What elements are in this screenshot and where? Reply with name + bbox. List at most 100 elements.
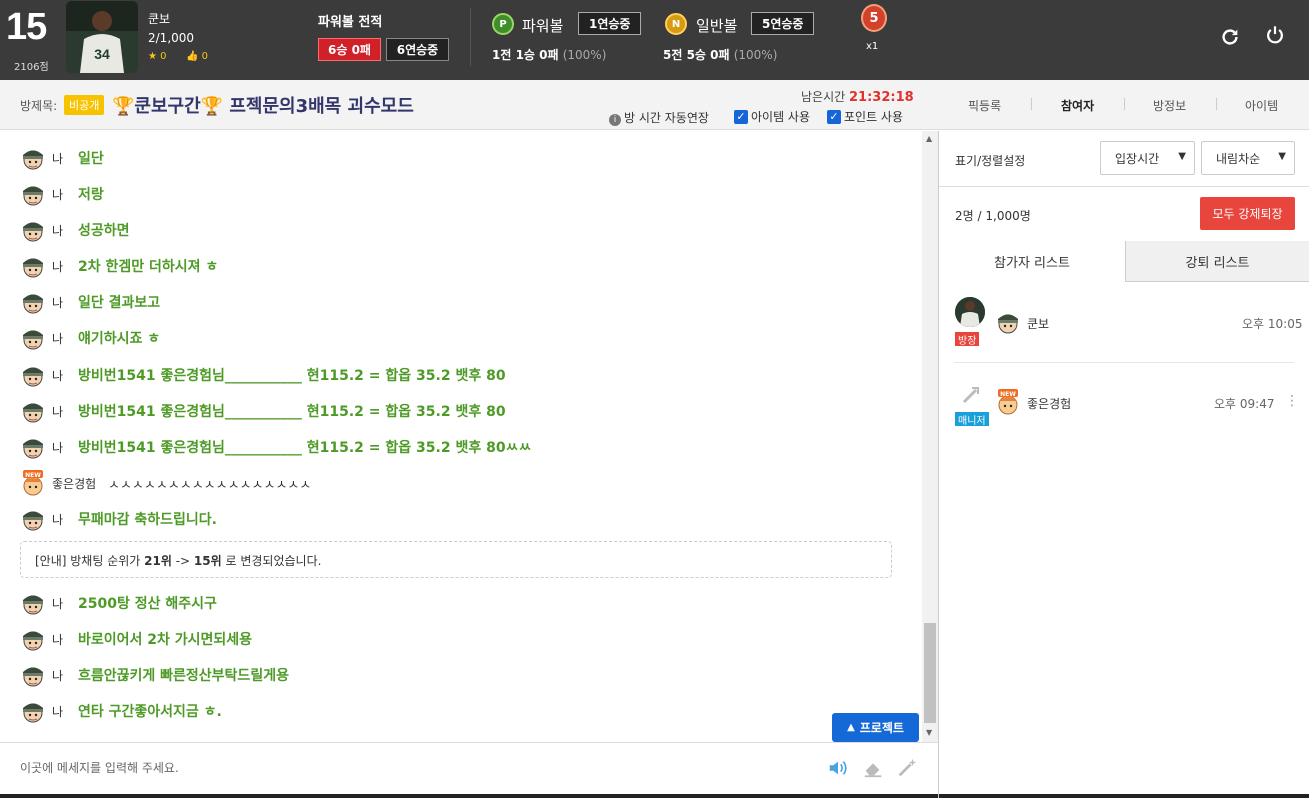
user-avatar-icon[interactable] <box>20 398 46 424</box>
like-count: 👍 0 <box>186 51 208 62</box>
tab-items[interactable]: 아이템 <box>1245 97 1278 114</box>
user-avatar-icon[interactable] <box>20 590 46 616</box>
user-avatar-icon[interactable] <box>20 362 46 388</box>
member-ratio: 2/1,000 <box>148 31 195 45</box>
more-options-icon[interactable]: ⋮ <box>1285 393 1299 409</box>
tab-room-info[interactable]: 방정보 <box>1153 97 1186 114</box>
user-avatar-icon[interactable] <box>20 181 46 207</box>
notice-arrow: -> <box>171 554 194 568</box>
scroll-up-icon[interactable]: ▲ <box>926 134 932 143</box>
user-avatar-icon[interactable] <box>20 626 46 652</box>
power-icon[interactable] <box>1264 24 1288 48</box>
message-author[interactable]: 나 <box>52 367 78 384</box>
profile-photo[interactable]: 34 <box>66 1 138 73</box>
chat-message: 나 흐름안끊키게 빠른정산부탁드릴게용 <box>20 662 289 688</box>
message-author[interactable]: 나 <box>52 294 78 311</box>
remaining-label: 남은시간 <box>801 90 846 104</box>
message-author[interactable]: 나 <box>52 150 78 167</box>
chat-message: 나 방비번1541 좋은경험님___________ 현115.2 = 합옵 35… <box>20 434 531 460</box>
chat-message: 나 얘기하시죠 ㅎ <box>20 325 160 351</box>
auto-extend[interactable]: i방 시간 자동연장 <box>609 109 709 126</box>
tab-participants[interactable]: 참여자 <box>1061 97 1094 114</box>
tab-participant-list[interactable]: 참가자 리스트 <box>939 241 1125 282</box>
participant-panel: 표기/정렬설정 입장시간 ▼ 내림차순 ▼ 2명 / 1,000명 모두 강제퇴장 … <box>939 131 1309 794</box>
message-author[interactable]: 좋은경험 <box>52 475 108 492</box>
message-author[interactable]: 나 <box>52 703 78 720</box>
user-avatar-icon[interactable] <box>20 662 46 688</box>
message-author[interactable]: 나 <box>52 330 78 347</box>
message-author[interactable]: 나 <box>52 631 78 648</box>
username: 쿤보 <box>148 12 171 26</box>
normalball-label: 일반볼 <box>696 17 738 35</box>
user-avatar-icon[interactable] <box>20 289 46 315</box>
user-avatar-icon[interactable] <box>20 698 46 724</box>
medal-icon[interactable]: 5 <box>861 4 887 32</box>
chat-log[interactable]: 나 일단 나 저랑 나 성공하면 나 2차 한겜만 더하시져 ㅎ 나 일단 결과보고 나 얘기하시죠 … <box>0 131 938 742</box>
user-avatar-icon[interactable] <box>20 145 46 171</box>
message-author[interactable]: 나 <box>52 403 78 420</box>
point-use-checkbox[interactable]: ✓ 포인트 사용 <box>827 108 903 125</box>
message-text: 흐름안끊키게 빠른정산부탁드릴게용 <box>78 668 289 684</box>
powerball-streak: 1연승중 <box>578 12 642 35</box>
member-count-value: 2명 <box>955 209 974 223</box>
chevron-down-icon: ▼ <box>1278 151 1286 162</box>
user-avatar-icon[interactable]: NEW <box>20 470 46 496</box>
user-avatar-icon <box>961 385 981 405</box>
magic-wand-icon[interactable] <box>896 757 918 779</box>
item-use-checkbox[interactable]: ✓ 아이템 사용 <box>734 108 810 125</box>
refresh-icon[interactable] <box>1219 26 1243 50</box>
speaker-icon[interactable] <box>827 757 849 779</box>
member-count: 2명 / 1,000명 <box>955 207 1031 224</box>
item-use-label: 아이템 사용 <box>751 110 811 124</box>
message-text: 방비번1541 좋은경험님___________ 현115.2 = 합옵 35.… <box>78 440 532 456</box>
tab-divider <box>1216 98 1217 110</box>
sort-select[interactable]: 입장시간 ▼ <box>1100 141 1195 175</box>
user-avatar-icon[interactable] <box>20 325 46 351</box>
member-row[interactable]: 방장 쿤보 오후 10:05 <box>939 297 1309 357</box>
scroll-down-icon[interactable]: ▼ <box>926 728 932 737</box>
user-avatar-icon[interactable] <box>20 253 46 279</box>
member-photo <box>955 297 985 327</box>
message-text: 무패마감 축하드립니다. <box>78 512 217 528</box>
message-text: 2차 한겜만 더하시져 ㅎ <box>78 259 219 275</box>
normalball-record-text: 5전 5승 0패 <box>663 48 730 62</box>
auto-extend-label: 방 시간 자동연장 <box>624 111 709 125</box>
tab-kicked-list[interactable]: 강퇴 리스트 <box>1125 241 1309 282</box>
notice-prefix: [안내] 방채팅 순위가 <box>35 554 145 568</box>
chat-message: 나 성공하면 <box>20 217 130 243</box>
chat-message: 나 저랑 <box>20 181 104 207</box>
message-author[interactable]: 나 <box>52 222 78 239</box>
checkbox-icon: ✓ <box>734 109 748 124</box>
user-avatar-icon[interactable] <box>20 217 46 243</box>
normalball-streak: 5연승중 <box>751 12 815 35</box>
scrollbar-thumb[interactable] <box>924 623 936 723</box>
message-text: 성공하면 <box>78 223 130 239</box>
message-author[interactable]: 나 <box>52 258 78 275</box>
divider <box>939 186 1309 187</box>
chat-message: 나 바로이어서 2차 가시면되세용 <box>20 626 252 652</box>
message-author[interactable]: 나 <box>52 186 78 203</box>
message-text: 얘기하시죠 ㅎ <box>78 331 161 347</box>
message-author[interactable]: 나 <box>52 439 78 456</box>
record-title: 파워볼 전적 <box>318 15 383 30</box>
message-author[interactable]: 나 <box>52 595 78 612</box>
eraser-icon[interactable] <box>862 757 884 779</box>
user-avatar-icon[interactable] <box>20 506 46 532</box>
kick-all-button[interactable]: 모두 강제퇴장 <box>1200 197 1295 230</box>
message-author[interactable]: 나 <box>52 667 78 684</box>
message-text: 방비번1541 좋은경험님___________ 현115.2 = 합옵 35.… <box>78 368 506 384</box>
message-author[interactable]: 나 <box>52 511 78 528</box>
chat-message: 나 방비번1541 좋은경험님___________ 현115.2 = 합옵 35… <box>20 362 506 388</box>
normalball-pct: (100%) <box>733 48 778 62</box>
tab-pick-register[interactable]: 픽등록 <box>968 97 1001 114</box>
order-select[interactable]: 내림차순 ▼ <box>1201 141 1295 175</box>
member-row[interactable]: 매니저 NEW 좋은경험 오후 09:47 ⋮ <box>939 377 1309 437</box>
medal-multiplier: x1 <box>866 41 879 52</box>
member-name: 쿤보 <box>1027 317 1050 331</box>
tab-divider <box>1031 98 1032 110</box>
divider <box>470 8 471 66</box>
message-input[interactable] <box>20 761 800 775</box>
top-bar: 15 2106점 34 쿤보 2/1,000 ★ 0 👍 0 파워볼 전적 6승… <box>0 0 1309 80</box>
project-button[interactable]: ▲ 프로젝트 <box>832 713 919 742</box>
user-avatar-icon[interactable] <box>20 434 46 460</box>
